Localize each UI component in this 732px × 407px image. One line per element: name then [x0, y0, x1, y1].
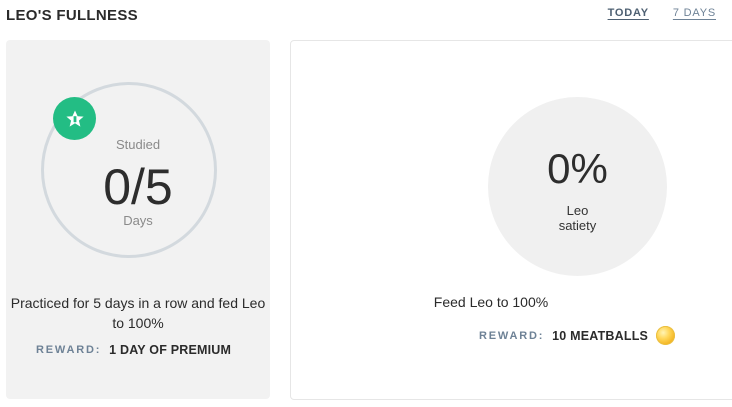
page-title: LEO'S FULLNESS — [6, 7, 138, 24]
studied-label: Studied — [115, 137, 161, 152]
satiety-percent: 0% — [547, 145, 608, 192]
satiety-description: Feed Leo to 100% — [433, 294, 549, 310]
satiety-caption-name: Leo — [566, 203, 589, 218]
reward-value: 10 MEATBALLS — [552, 328, 649, 343]
days-label: Days — [123, 213, 153, 228]
reward-label: REWARD: — [36, 344, 102, 356]
satiety-caption-label: satiety — [558, 218, 597, 233]
satiety-caption: Leo satiety — [488, 203, 667, 233]
reward-value: 1 DAY OF PREMIUM — [109, 343, 232, 357]
star-icon — [65, 110, 84, 127]
tab-today[interactable]: TODAY — [608, 7, 649, 19]
period-tabs: TODAY 7 DAYS — [608, 7, 716, 19]
satiety-reward: REWARD: 10 MEATBALLS — [479, 326, 676, 345]
streak-description: Practiced for 5 days in a row and fed Le… — [10, 295, 266, 331]
meatball-icon — [656, 326, 676, 345]
streak-count: 0/5 — [103, 159, 173, 215]
streak-reward: REWARD: 1 DAY OF PREMIUM — [36, 343, 231, 357]
tab-7-days[interactable]: 7 DAYS — [673, 7, 716, 19]
reward-label: REWARD: — [479, 329, 545, 342]
streak-badge — [53, 97, 96, 140]
